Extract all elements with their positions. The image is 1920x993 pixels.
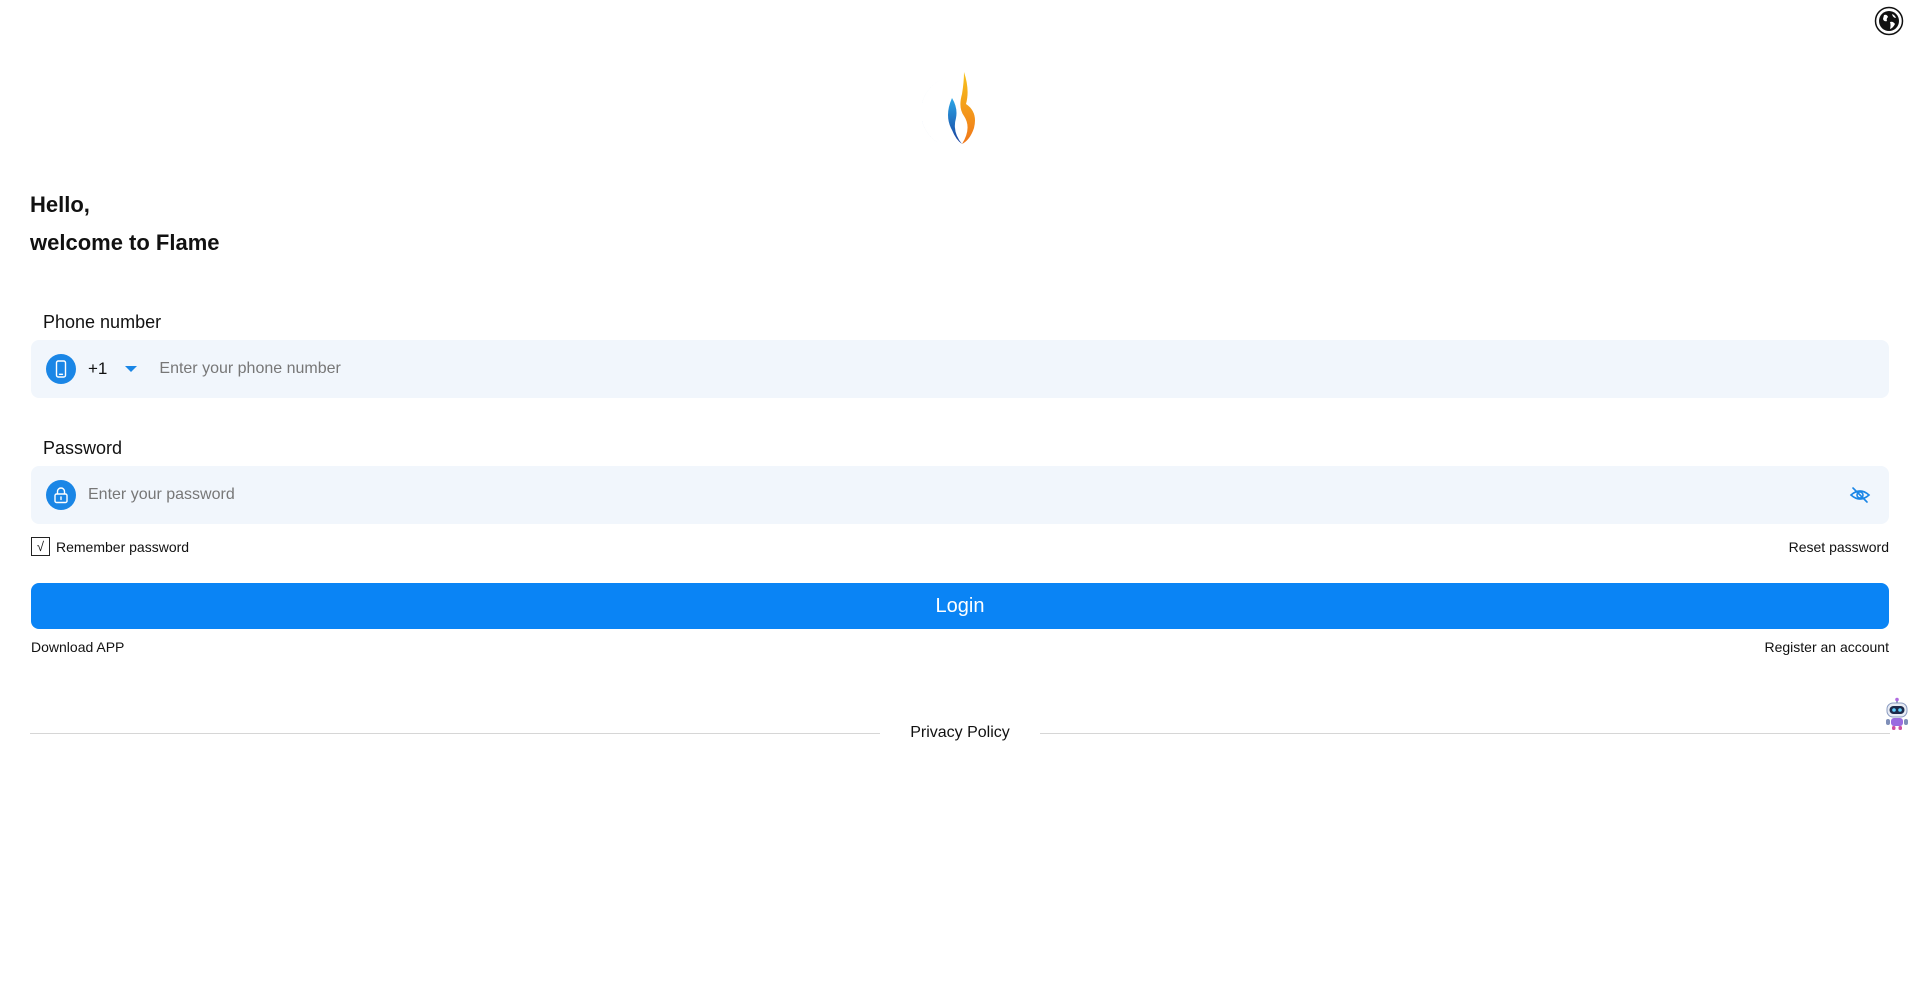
chevron-down-icon [125, 366, 138, 372]
phone-field: +1 [31, 340, 1889, 398]
register-account-link[interactable]: Register an account [1764, 639, 1889, 655]
download-app-link[interactable]: Download APP [31, 639, 124, 655]
phone-label: Phone number [43, 312, 162, 332]
password-field [31, 466, 1889, 524]
greeting-line-1: Hello, [30, 192, 90, 217]
globe-icon [1874, 6, 1904, 36]
eye-off-icon [1849, 487, 1871, 503]
robot-icon [1886, 697, 1908, 730]
remember-password-checkbox[interactable]: √ Remember password [31, 537, 189, 556]
lock-icon [46, 480, 76, 510]
assistant-button[interactable] [1880, 697, 1914, 731]
remember-password-label: Remember password [56, 538, 190, 555]
phone-input[interactable] [159, 340, 1889, 398]
reset-password-link[interactable]: Reset password [1789, 539, 1889, 555]
phone-icon [46, 354, 76, 384]
welcome-heading: Hello, welcome to Flame [30, 186, 220, 262]
brand-logo [920, 68, 1006, 152]
password-label: Password [43, 438, 123, 458]
flame-logo-icon [920, 72, 1006, 149]
login-button[interactable]: Login [31, 583, 1889, 629]
divider-left [30, 733, 880, 734]
country-code-selector[interactable]: +1 [88, 359, 138, 379]
greeting-line-2: welcome to Flame [30, 230, 220, 255]
privacy-policy-link[interactable]: Privacy Policy [880, 724, 1040, 742]
toggle-password-visibility[interactable] [1845, 480, 1875, 510]
language-button[interactable] [1874, 6, 1904, 36]
password-input[interactable] [88, 466, 1845, 524]
divider-right [1040, 733, 1890, 734]
country-code-value: +1 [88, 359, 108, 378]
checkbox-box[interactable]: √ [31, 537, 50, 556]
